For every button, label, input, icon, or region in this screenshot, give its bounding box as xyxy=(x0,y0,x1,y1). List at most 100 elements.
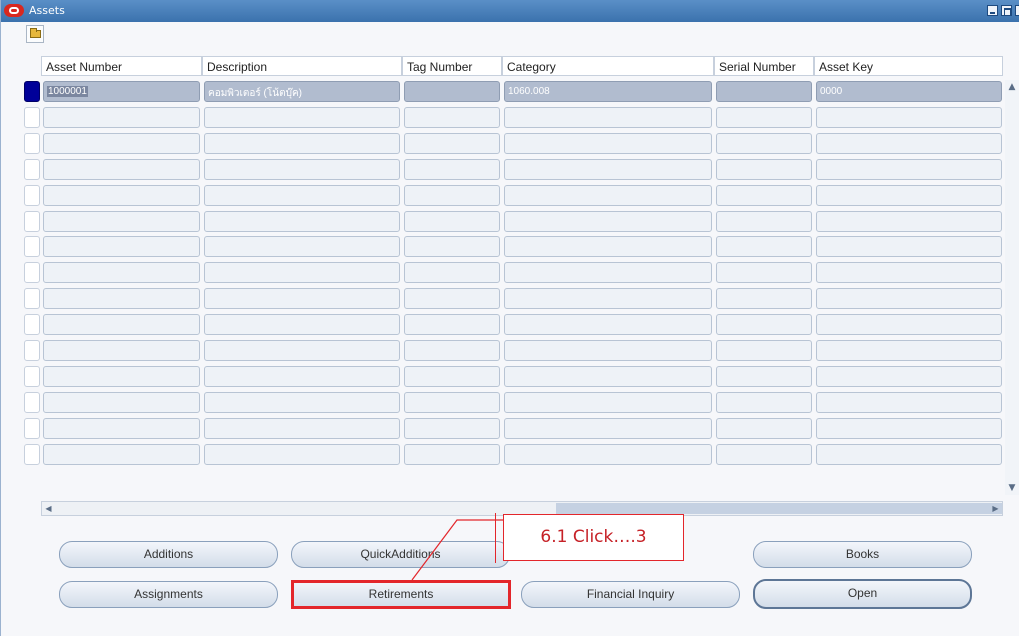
table-cell[interactable] xyxy=(504,158,712,180)
table-cell[interactable] xyxy=(504,314,712,336)
table-cell[interactable] xyxy=(404,314,500,336)
table-cell[interactable] xyxy=(404,106,500,128)
row-selector[interactable] xyxy=(24,158,40,180)
table-cell[interactable] xyxy=(204,210,400,232)
close-icon[interactable] xyxy=(1015,5,1019,16)
maximize-icon[interactable] xyxy=(1001,5,1012,16)
table-cell[interactable] xyxy=(716,391,812,413)
table-cell[interactable] xyxy=(816,365,1002,387)
table-cell[interactable] xyxy=(504,236,712,258)
table-cell[interactable] xyxy=(816,262,1002,284)
scroll-down-icon[interactable]: ▼ xyxy=(1005,481,1019,495)
row-selector[interactable] xyxy=(24,81,40,102)
row-selector[interactable] xyxy=(24,106,40,128)
table-cell[interactable] xyxy=(43,340,200,361)
table-cell[interactable] xyxy=(43,106,200,128)
table-cell[interactable] xyxy=(204,262,400,284)
table-cell[interactable] xyxy=(43,262,200,284)
table-cell[interactable] xyxy=(716,184,812,206)
table-cell[interactable] xyxy=(404,443,500,465)
table-cell[interactable] xyxy=(204,391,400,413)
scroll-right-icon[interactable]: ▶ xyxy=(990,503,1001,514)
table-cell[interactable] xyxy=(404,158,500,180)
table-cell[interactable] xyxy=(204,417,400,439)
table-cell[interactable] xyxy=(404,132,500,154)
table-cell[interactable] xyxy=(716,106,812,128)
table-cell[interactable] xyxy=(816,184,1002,206)
table-cell[interactable] xyxy=(816,106,1002,128)
table-cell[interactable] xyxy=(43,236,200,258)
table-cell[interactable] xyxy=(816,391,1002,413)
row-selector[interactable] xyxy=(24,262,40,284)
table-cell[interactable] xyxy=(404,391,500,413)
table-cell[interactable] xyxy=(816,236,1002,258)
table-cell[interactable] xyxy=(404,365,500,387)
table-cell[interactable] xyxy=(404,236,500,258)
books-button[interactable]: Books xyxy=(753,541,972,568)
table-cell[interactable] xyxy=(716,288,812,310)
minimize-icon[interactable] xyxy=(987,5,998,16)
table-cell[interactable] xyxy=(43,443,200,465)
scroll-up-icon[interactable]: ▲ xyxy=(1005,80,1019,94)
table-cell[interactable] xyxy=(816,210,1002,232)
table-cell[interactable] xyxy=(504,184,712,206)
assignments-button[interactable]: Assignments xyxy=(59,581,278,608)
table-cell[interactable] xyxy=(404,184,500,206)
table-cell[interactable] xyxy=(716,365,812,387)
table-cell[interactable] xyxy=(204,132,400,154)
table-cell[interactable] xyxy=(504,391,712,413)
table-cell[interactable] xyxy=(816,288,1002,310)
table-cell[interactable] xyxy=(716,262,812,284)
vertical-scrollbar[interactable]: ▲ ▼ xyxy=(1005,80,1019,495)
additions-button[interactable]: Additions xyxy=(59,541,278,568)
row-selector[interactable] xyxy=(24,210,40,232)
row-selector[interactable] xyxy=(24,391,40,413)
table-cell[interactable] xyxy=(204,314,400,336)
table-cell[interactable] xyxy=(816,314,1002,336)
row-selector[interactable] xyxy=(24,236,40,258)
table-cell[interactable] xyxy=(204,106,400,128)
table-cell[interactable] xyxy=(716,81,812,102)
table-cell[interactable] xyxy=(504,417,712,439)
table-cell[interactable] xyxy=(43,210,200,232)
scroll-left-icon[interactable]: ◀ xyxy=(43,503,54,514)
table-cell[interactable] xyxy=(504,288,712,310)
table-cell[interactable] xyxy=(716,236,812,258)
table-cell[interactable] xyxy=(504,210,712,232)
table-cell[interactable]: 0000 xyxy=(816,81,1002,102)
table-cell[interactable] xyxy=(816,417,1002,439)
horizontal-scroll-thumb[interactable] xyxy=(556,503,1002,514)
table-cell[interactable] xyxy=(816,132,1002,154)
row-selector[interactable] xyxy=(24,365,40,387)
table-cell[interactable] xyxy=(504,443,712,465)
table-cell[interactable] xyxy=(43,417,200,439)
open-button[interactable]: Open xyxy=(753,579,972,609)
table-cell[interactable] xyxy=(816,340,1002,361)
row-selector[interactable] xyxy=(24,314,40,336)
table-cell[interactable] xyxy=(816,158,1002,180)
table-cell[interactable] xyxy=(716,314,812,336)
table-cell[interactable] xyxy=(43,288,200,310)
table-cell[interactable] xyxy=(404,288,500,310)
table-cell[interactable]: 1060.008 xyxy=(504,81,712,102)
table-cell[interactable] xyxy=(504,340,712,361)
table-cell[interactable] xyxy=(716,158,812,180)
row-selector[interactable] xyxy=(24,443,40,465)
table-cell[interactable] xyxy=(404,340,500,361)
table-cell[interactable] xyxy=(504,106,712,128)
row-selector[interactable] xyxy=(24,132,40,154)
table-cell[interactable] xyxy=(43,132,200,154)
table-cell[interactable] xyxy=(716,340,812,361)
table-cell[interactable] xyxy=(716,417,812,439)
table-cell[interactable]: คอมพิวเตอร์ (โน้ตบุ๊ค) xyxy=(204,81,400,102)
table-cell[interactable] xyxy=(404,81,500,102)
table-cell[interactable] xyxy=(43,391,200,413)
table-cell[interactable] xyxy=(204,236,400,258)
table-cell[interactable] xyxy=(43,365,200,387)
table-cell[interactable] xyxy=(43,158,200,180)
table-cell[interactable] xyxy=(404,210,500,232)
row-selector[interactable] xyxy=(24,417,40,439)
financial-inquiry-button[interactable]: Financial Inquiry xyxy=(521,581,740,608)
table-cell[interactable] xyxy=(716,132,812,154)
table-cell[interactable] xyxy=(504,132,712,154)
